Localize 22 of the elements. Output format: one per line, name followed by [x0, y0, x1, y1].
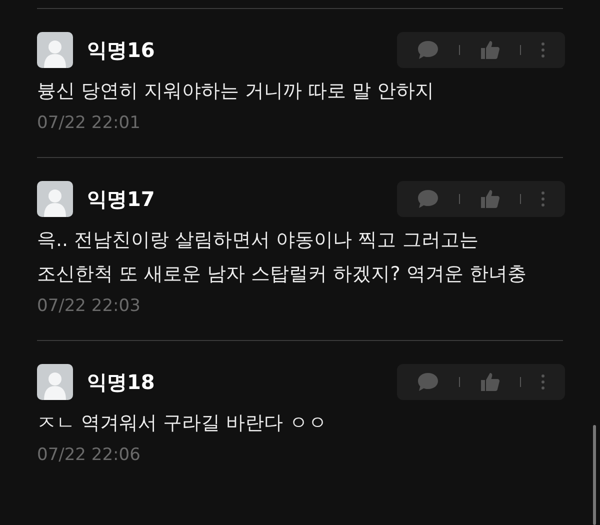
comment-text: 윽.. 전남친이랑 살림하면서 야동이나 찍고 그러고는 조신한척 또 새로운 남자 스탑럴커 하겠지? 역겨운 한녀충 [37, 228, 528, 287]
more-icon[interactable] [541, 42, 545, 58]
author-name: 익명16 [87, 36, 156, 64]
thumbs-up-icon[interactable] [480, 372, 500, 392]
avatar-icon [37, 364, 73, 400]
thumbs-up-icon[interactable] [480, 40, 500, 60]
avatar-icon [37, 32, 73, 68]
comment-icon[interactable] [417, 189, 439, 209]
avatar-icon [37, 181, 73, 217]
thumbs-up-icon[interactable] [480, 189, 500, 209]
comment-icon[interactable] [417, 372, 439, 392]
comment-text: 븅신 당연히 지워야하는 거니까 따로 말 안하지 [37, 79, 436, 104]
comment-text: ㅈㄴ 역겨워서 구라길 바란다 ㅇㅇ [37, 411, 328, 436]
more-icon[interactable] [541, 374, 545, 390]
more-icon[interactable] [541, 191, 545, 207]
comment-time: 07/22 22:01 [37, 113, 142, 133]
scrollbar[interactable] [593, 425, 596, 525]
author-name: 익명18 [87, 368, 156, 396]
comment-icon[interactable] [417, 40, 439, 60]
author-name: 익명17 [87, 186, 156, 212]
comment-time: 07/22 22:06 [37, 445, 142, 465]
comment-time: 07/22 22:03 [37, 296, 142, 316]
